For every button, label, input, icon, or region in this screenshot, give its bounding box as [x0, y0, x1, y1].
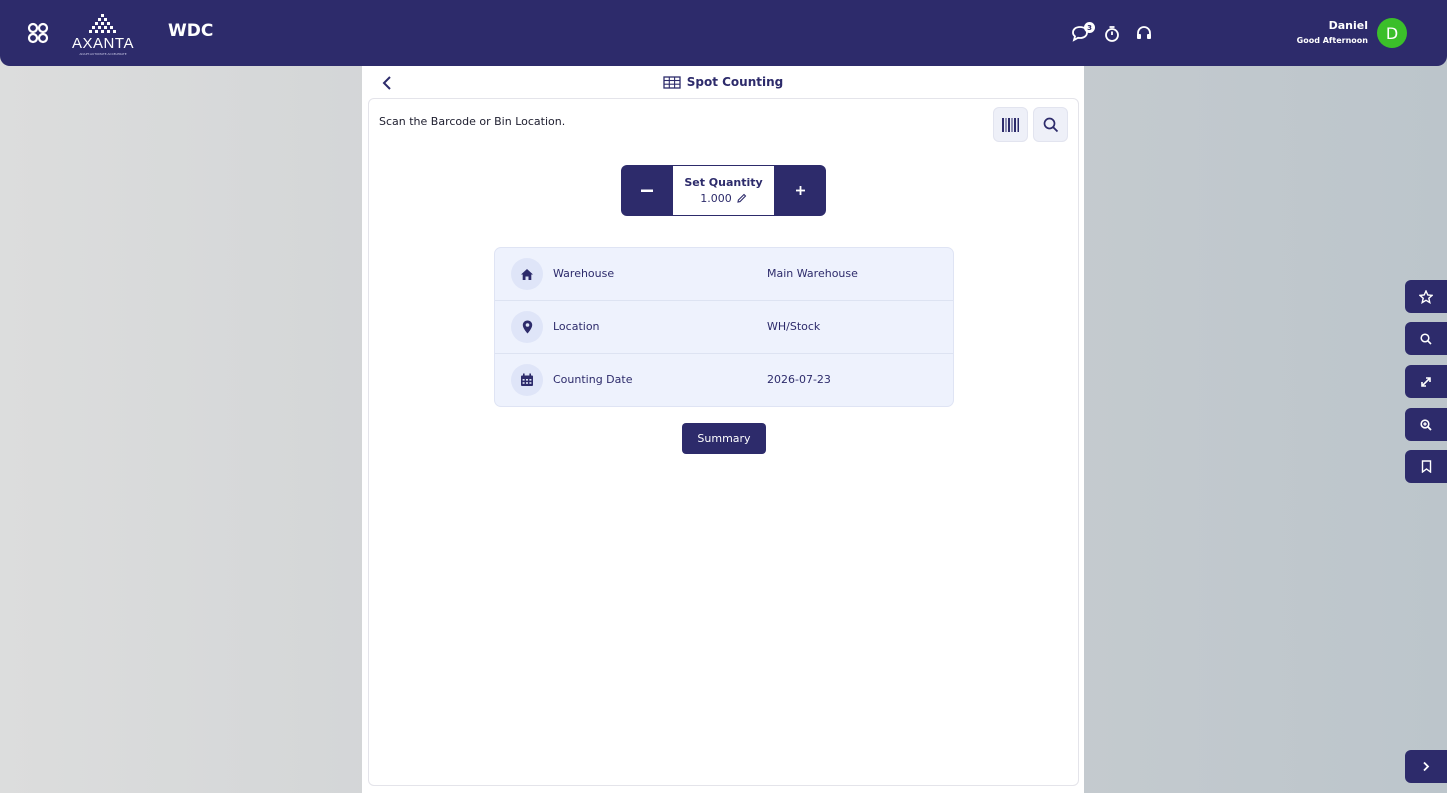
quantity-value: 1.000: [700, 192, 732, 205]
map-pin-icon: [511, 311, 543, 343]
quantity-label: Set Quantity: [684, 176, 763, 189]
quantity-display[interactable]: Set Quantity 1.000: [673, 166, 774, 215]
search-button[interactable]: [1033, 107, 1068, 142]
top-navbar: AXANTA ADAPT.AUTOMATE.ACCELERATE WDC 3 D…: [0, 0, 1447, 66]
barcode-icon: [1001, 117, 1019, 132]
barcode-scan-button[interactable]: [993, 107, 1028, 142]
expand-icon: [1421, 376, 1431, 387]
apps-grid-icon[interactable]: [27, 22, 49, 44]
grid-table-icon: [663, 75, 681, 89]
fullscreen-button[interactable]: [1405, 365, 1447, 398]
headset-icon[interactable]: [1135, 24, 1153, 42]
scan-instruction: Scan the Barcode or Bin Location.: [379, 115, 566, 128]
info-row-counting-date: Counting Date 2026-07-23: [495, 354, 953, 406]
stopwatch-icon[interactable]: [1103, 25, 1121, 43]
plus-icon: [796, 186, 805, 195]
expand-sidebar-button[interactable]: [1405, 750, 1447, 783]
logo-tagline: ADAPT.AUTOMATE.ACCELERATE: [79, 52, 127, 56]
quantity-stepper: Set Quantity 1.000: [621, 165, 826, 216]
zoom-button[interactable]: [1405, 408, 1447, 441]
app-title: WDC: [168, 21, 214, 41]
info-row-warehouse: Warehouse Main Warehouse: [495, 248, 953, 301]
bookmark-icon: [1421, 460, 1431, 473]
chevron-right-icon: [1423, 761, 1430, 772]
company-logo[interactable]: AXANTA ADAPT.AUTOMATE.ACCELERATE: [68, 12, 138, 56]
counting-date-value: 2026-07-23: [767, 373, 831, 386]
counting-date-label: Counting Date: [553, 373, 633, 386]
side-search-button[interactable]: [1405, 322, 1447, 355]
avatar[interactable]: D: [1377, 18, 1407, 48]
page-header: Spot Counting: [362, 73, 1084, 91]
location-label: Location: [553, 320, 600, 333]
decrease-quantity-button[interactable]: [621, 165, 672, 216]
warehouse-value: Main Warehouse: [767, 267, 858, 280]
calendar-icon: [511, 364, 543, 396]
search-icon: [1043, 117, 1058, 132]
favorite-button[interactable]: [1405, 280, 1447, 313]
zoom-in-icon: [1420, 418, 1432, 431]
greeting-text: Good Afternoon: [1296, 36, 1368, 45]
pencil-icon[interactable]: [736, 193, 747, 204]
warehouse-label: Warehouse: [553, 267, 615, 280]
notification-badge: 3: [1084, 22, 1095, 33]
search-icon: [1420, 332, 1432, 345]
content-card: Scan the Barcode or Bin Location. Set Qu…: [368, 98, 1079, 786]
minus-icon: [640, 189, 653, 192]
info-row-location: Location WH/Stock: [495, 301, 953, 354]
summary-button[interactable]: Summary: [682, 423, 766, 454]
logo-text: AXANTA: [72, 35, 134, 52]
location-value: WH/Stock: [767, 320, 821, 333]
count-info-card: Warehouse Main Warehouse Location WH/Sto…: [494, 247, 954, 407]
user-name: Daniel: [1328, 19, 1368, 32]
bookmark-button[interactable]: [1405, 450, 1447, 483]
main-panel: Spot Counting Scan the Barcode or Bin Lo…: [362, 66, 1084, 793]
star-icon: [1419, 289, 1433, 304]
logo-mark-icon: [89, 14, 116, 33]
home-icon: [511, 258, 543, 290]
increase-quantity-button[interactable]: [775, 165, 826, 216]
page-title: Spot Counting: [686, 75, 784, 89]
